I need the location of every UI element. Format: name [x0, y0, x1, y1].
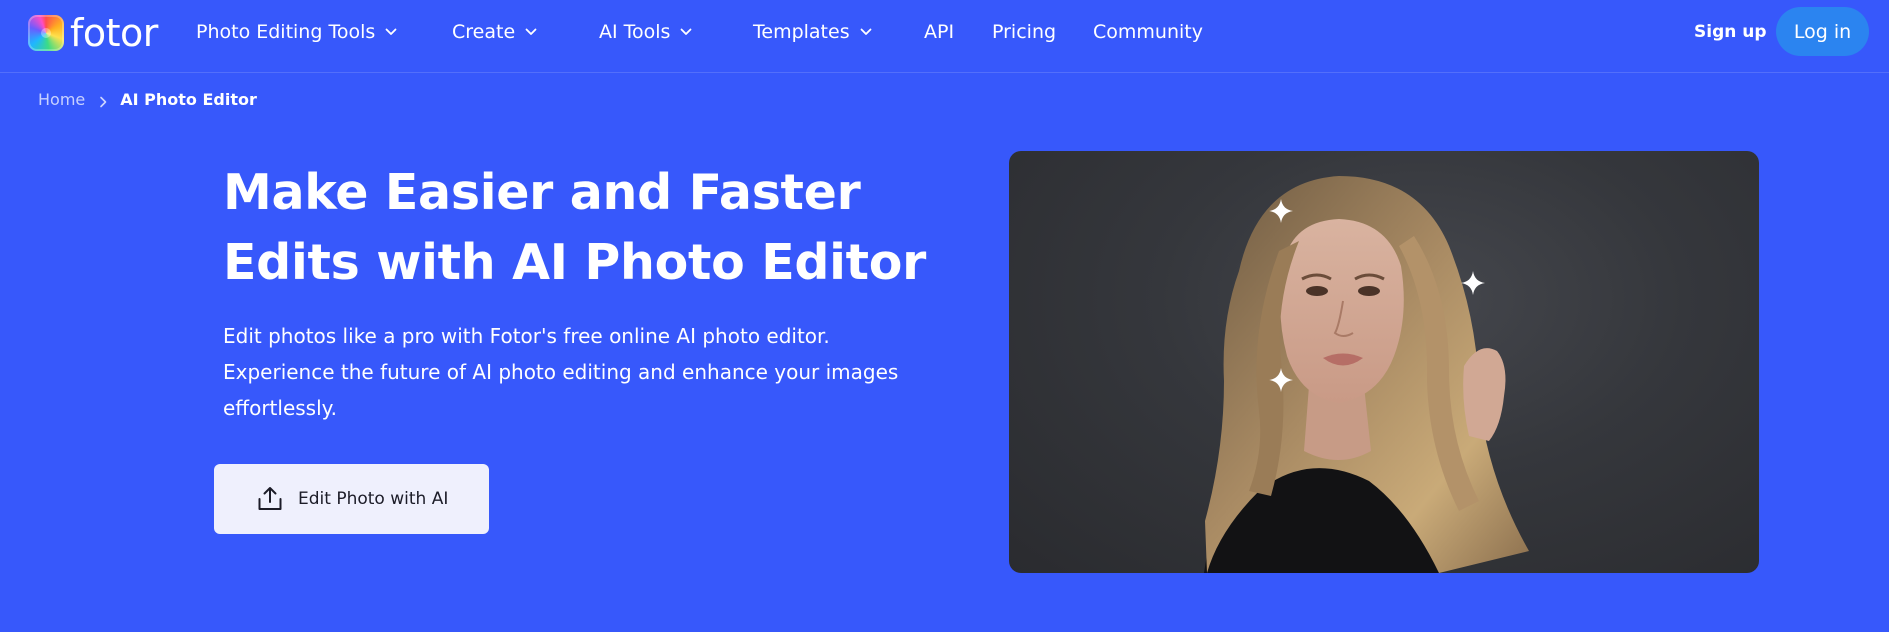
cta-label: Edit Photo with AI — [298, 489, 449, 509]
nav-item-label: Pricing — [992, 21, 1057, 43]
nav-item-pricing[interactable]: Pricing — [992, 20, 1056, 44]
brand-name: fotor — [70, 11, 158, 55]
sparkle-icon — [1461, 271, 1485, 295]
log-in-button[interactable]: Log in — [1776, 7, 1869, 56]
chevron-right-icon — [98, 93, 108, 108]
upload-icon — [256, 485, 284, 513]
nav-item-label: Community — [1093, 21, 1203, 43]
fotor-logo[interactable]: fotor — [28, 13, 158, 53]
sparkle-icon — [1269, 199, 1293, 223]
nav-item-community[interactable]: Community — [1093, 20, 1203, 44]
nav-item-templates[interactable]: Templates — [753, 20, 872, 44]
hero-description: Edit photos like a pro with Fotor's free… — [223, 324, 899, 420]
woman-portrait-illustration — [1204, 176, 1529, 573]
nav-item-label: API — [924, 21, 955, 43]
nav-item-label: Photo Editing Tools — [196, 21, 376, 43]
fotor-logo-icon — [28, 15, 64, 51]
page-title: Make Easier and Faster Edits with AI Pho… — [223, 164, 927, 291]
sign-up-link[interactable]: Sign up — [1694, 20, 1767, 44]
chevron-down-icon — [680, 26, 692, 38]
nav-item-label: AI Tools — [599, 21, 671, 43]
nav-item-photo-editing-tools[interactable]: Photo Editing Tools — [196, 20, 397, 44]
top-nav: fotor Photo Editing Tools Create AI Tool… — [0, 0, 1889, 73]
chevron-down-icon — [860, 26, 872, 38]
edit-photo-with-ai-button[interactable]: Edit Photo with AI — [214, 464, 489, 534]
sparkle-icon — [1269, 368, 1293, 392]
breadcrumb-current: AI Photo Editor — [120, 89, 257, 109]
page: fotor Photo Editing Tools Create AI Tool… — [0, 0, 1889, 632]
hero-portrait-image — [1009, 151, 1759, 573]
breadcrumb-home-link[interactable]: Home — [38, 90, 85, 109]
nav-item-label: Create — [452, 21, 516, 43]
chevron-down-icon — [385, 26, 397, 38]
nav-item-create[interactable]: Create — [452, 20, 537, 44]
nav-item-label: Templates — [753, 21, 850, 43]
breadcrumb: Home AI Photo Editor — [38, 88, 257, 110]
nav-item-ai-tools[interactable]: AI Tools — [599, 20, 692, 44]
nav-item-api[interactable]: API — [924, 20, 954, 44]
chevron-down-icon — [525, 26, 537, 38]
